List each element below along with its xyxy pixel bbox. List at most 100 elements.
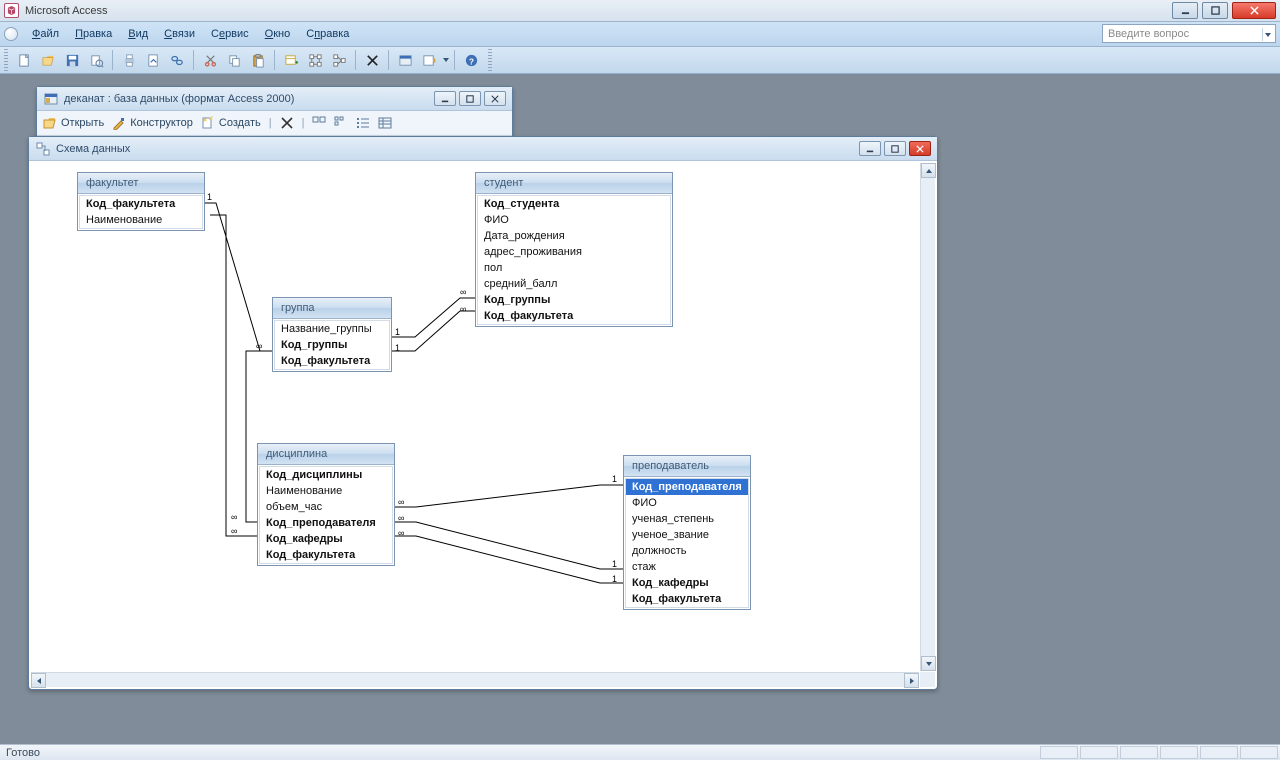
db-list-icon[interactable] bbox=[356, 116, 370, 130]
scroll-left-icon[interactable] bbox=[31, 673, 46, 688]
database-window-titlebar[interactable]: деканат : база данных (формат Access 200… bbox=[37, 87, 512, 111]
app-titlebar: Microsoft Access bbox=[0, 0, 1280, 22]
field-должность[interactable]: должность bbox=[626, 543, 748, 559]
table-header[interactable]: дисциплина bbox=[258, 444, 394, 465]
field-ученое_звание[interactable]: ученое_звание bbox=[626, 527, 748, 543]
menu-Справка[interactable]: Справка bbox=[298, 26, 357, 42]
toolbar-grip[interactable] bbox=[4, 49, 8, 71]
db-details-icon[interactable] bbox=[378, 116, 392, 130]
field-Название_группы[interactable]: Название_группы bbox=[275, 321, 389, 337]
field-ученая_степень[interactable]: ученая_степень bbox=[626, 511, 748, 527]
field-Код_кафедры[interactable]: Код_кафедры bbox=[626, 575, 748, 591]
schema-window-titlebar[interactable]: Схема данных bbox=[29, 137, 937, 161]
paste-icon[interactable] bbox=[247, 49, 269, 71]
table-header[interactable]: факультет bbox=[78, 173, 204, 194]
schema-maximize-button[interactable] bbox=[884, 141, 906, 156]
db-create-button[interactable]: Создать bbox=[201, 116, 261, 130]
db-minimize-button[interactable] bbox=[434, 91, 456, 106]
db-close-button[interactable] bbox=[484, 91, 506, 106]
minimize-button[interactable] bbox=[1172, 2, 1198, 19]
chevron-down-icon[interactable] bbox=[1262, 28, 1273, 41]
add-table-icon[interactable] bbox=[280, 49, 302, 71]
db-large-icons-icon[interactable] bbox=[312, 116, 326, 130]
access-app-icon bbox=[4, 3, 19, 18]
field-Код_преподавателя[interactable]: Код_преподавателя bbox=[626, 479, 748, 495]
db-small-icons-icon[interactable] bbox=[334, 116, 348, 130]
rel-label-many: ∞ bbox=[231, 526, 237, 536]
db-open-button[interactable]: Открыть bbox=[43, 116, 104, 130]
field-Код_группы[interactable]: Код_группы bbox=[478, 292, 670, 308]
delete-icon[interactable] bbox=[361, 49, 383, 71]
table-discipline[interactable]: дисциплина Код_дисциплиныНаименованиеобъ… bbox=[257, 443, 395, 566]
menu-Связи[interactable]: Связи bbox=[156, 26, 203, 42]
field-Дата_рождения[interactable]: Дата_рождения bbox=[478, 228, 670, 244]
table-header[interactable]: группа bbox=[273, 298, 391, 319]
field-объем_час[interactable]: объем_час bbox=[260, 499, 392, 515]
vertical-scrollbar[interactable] bbox=[920, 163, 935, 671]
field-Код_факультета[interactable]: Код_факультета bbox=[275, 353, 389, 369]
scroll-up-icon[interactable] bbox=[921, 163, 936, 178]
field-пол[interactable]: пол bbox=[478, 260, 670, 276]
field-Код_факультета[interactable]: Код_факультета bbox=[478, 308, 670, 324]
table-header[interactable]: преподаватель bbox=[624, 456, 750, 477]
help-icon[interactable]: ? bbox=[460, 49, 482, 71]
field-Код_факультета[interactable]: Код_факультета bbox=[260, 547, 392, 563]
maximize-button[interactable] bbox=[1202, 2, 1228, 19]
scroll-down-icon[interactable] bbox=[921, 656, 936, 671]
field-Код_дисциплины[interactable]: Код_дисциплины bbox=[260, 467, 392, 483]
link-tables-icon[interactable] bbox=[166, 49, 188, 71]
table-group[interactable]: группа Название_группыКод_группыКод_факу… bbox=[272, 297, 392, 372]
horizontal-scrollbar[interactable] bbox=[31, 672, 919, 687]
database-window-icon bbox=[43, 91, 58, 106]
cut-icon[interactable] bbox=[199, 49, 221, 71]
schema-close-button[interactable] bbox=[909, 141, 931, 156]
field-Наименование[interactable]: Наименование bbox=[260, 483, 392, 499]
database-window-icon[interactable] bbox=[394, 49, 416, 71]
field-средний_балл[interactable]: средний_балл bbox=[478, 276, 670, 292]
save-as-file-icon[interactable] bbox=[142, 49, 164, 71]
field-стаж[interactable]: стаж bbox=[626, 559, 748, 575]
menu-Окно[interactable]: Окно bbox=[257, 26, 299, 42]
db-delete-icon[interactable] bbox=[280, 116, 294, 130]
new-object-icon[interactable] bbox=[418, 49, 440, 71]
open-icon[interactable] bbox=[37, 49, 59, 71]
field-адрес_проживания[interactable]: адрес_проживания bbox=[478, 244, 670, 260]
field-Код_факультета[interactable]: Код_факультета bbox=[80, 196, 202, 212]
schema-minimize-button[interactable] bbox=[859, 141, 881, 156]
field-Код_преподавателя[interactable]: Код_преподавателя bbox=[260, 515, 392, 531]
menu-Сервис[interactable]: Сервис bbox=[203, 26, 257, 42]
close-button[interactable] bbox=[1232, 2, 1276, 19]
table-teacher[interactable]: преподаватель Код_преподавателяФИОученая… bbox=[623, 455, 751, 610]
database-window[interactable]: деканат : база данных (формат Access 200… bbox=[36, 86, 513, 142]
new-file-icon[interactable] bbox=[13, 49, 35, 71]
show-all-relationships-icon[interactable] bbox=[304, 49, 326, 71]
schema-window[interactable]: Схема данных bbox=[28, 136, 938, 690]
copy-icon[interactable] bbox=[223, 49, 245, 71]
toolbar-grip[interactable] bbox=[488, 49, 492, 71]
field-ФИО[interactable]: ФИО bbox=[626, 495, 748, 511]
print-preview-icon[interactable] bbox=[85, 49, 107, 71]
table-faculty[interactable]: факультет Код_факультетаНаименование bbox=[77, 172, 205, 231]
menu-Правка[interactable]: Правка bbox=[67, 26, 120, 42]
save-icon[interactable] bbox=[61, 49, 83, 71]
relationships-canvas[interactable]: 1 ∞ 1 1 ∞ ∞ ∞ ∞ ∞ 1 1 1 ∞ ∞ факультет Ко… bbox=[30, 162, 920, 672]
table-student[interactable]: студент Код_студентаФИОДата_рожденияадре… bbox=[475, 172, 673, 327]
ask-a-question-box[interactable]: Введите вопрос bbox=[1102, 24, 1276, 43]
size-grip[interactable] bbox=[920, 672, 935, 687]
menu-Вид[interactable]: Вид bbox=[120, 26, 156, 42]
field-Код_группы[interactable]: Код_группы bbox=[275, 337, 389, 353]
db-design-button[interactable]: Конструктор bbox=[112, 116, 193, 130]
menu-Файл[interactable]: Файл bbox=[24, 26, 67, 42]
chevron-down-icon[interactable] bbox=[442, 58, 449, 62]
field-Код_факультета[interactable]: Код_факультета bbox=[626, 591, 748, 607]
field-Код_кафедры[interactable]: Код_кафедры bbox=[260, 531, 392, 547]
field-ФИО[interactable]: ФИО bbox=[478, 212, 670, 228]
db-maximize-button[interactable] bbox=[459, 91, 481, 106]
scroll-right-icon[interactable] bbox=[904, 673, 919, 688]
show-direct-icon[interactable] bbox=[328, 49, 350, 71]
field-Наименование[interactable]: Наименование bbox=[80, 212, 202, 228]
field-Код_студента[interactable]: Код_студента bbox=[478, 196, 670, 212]
office-button-icon[interactable] bbox=[4, 27, 18, 41]
table-header[interactable]: студент bbox=[476, 173, 672, 194]
print-icon[interactable] bbox=[118, 49, 140, 71]
